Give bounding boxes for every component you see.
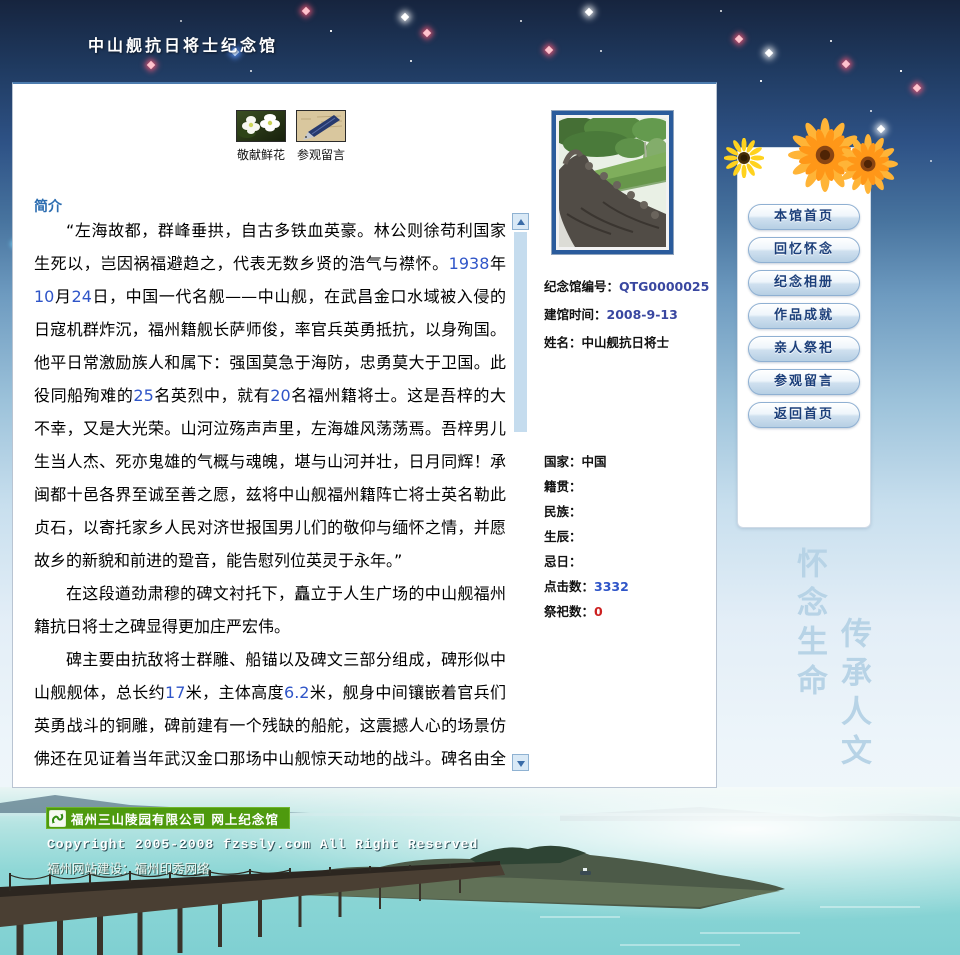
field-founded-date: 建馆时间：2008-9-13 bbox=[544, 304, 714, 332]
page-title: 中山舰抗日将士纪念馆 bbox=[88, 32, 278, 56]
field-birth-date: 生辰： bbox=[544, 526, 714, 551]
sidebar-item-album[interactable]: 纪念相册 bbox=[748, 270, 860, 296]
star-icon bbox=[877, 125, 885, 133]
scroll-up-button[interactable] bbox=[512, 213, 529, 230]
field-native-place: 籍贯： bbox=[544, 476, 714, 501]
star-icon bbox=[765, 49, 773, 57]
sculpture-photo-image bbox=[559, 118, 666, 247]
company-bar-text: 福州三山陵园有限公司 网上纪念馆 bbox=[71, 809, 279, 828]
star-icon bbox=[302, 7, 310, 15]
cemetery-logo-icon bbox=[49, 810, 66, 827]
sidebar-nav-panel: 本馆首页 回忆怀念 纪念相册 作品成就 亲人祭祀 参观留言 返回首页 bbox=[737, 147, 871, 528]
star-icon bbox=[913, 84, 921, 92]
offer-flowers-label: 敬献鲜花 bbox=[233, 146, 289, 163]
sidebar-item-works[interactable]: 作品成就 bbox=[748, 303, 860, 329]
intro-text: “左海故都，群峰垂拱，自古多铁血英豪。林公则徐苟利国家生死以，岂因祸福避趋之，代… bbox=[34, 214, 506, 771]
star-icon bbox=[842, 60, 850, 68]
intro-paragraph: “左海故都，群峰垂拱，自古多铁血英豪。林公则徐苟利国家生死以，岂因祸福避趋之，代… bbox=[34, 214, 506, 577]
field-death-date: 忌日： bbox=[544, 551, 714, 576]
sidebar-item-worship[interactable]: 亲人祭祀 bbox=[748, 336, 860, 362]
calligraphy-remember-life: 怀念生命 bbox=[787, 547, 832, 703]
stars-decoration bbox=[0, 0, 2, 2]
pen-photo-icon bbox=[296, 110, 346, 142]
star-icon bbox=[585, 8, 593, 16]
intro-paragraph: 在这段遒劲肃穆的碑文衬托下，矗立于人生广场的中山舰福州籍抗日将士之碑显得更加庄严… bbox=[34, 577, 506, 643]
memorial-fields-top: 纪念馆编号：QTG0000025 建馆时间：2008-9-13 姓名：中山舰抗日… bbox=[544, 276, 714, 360]
sidebar-item-memories[interactable]: 回忆怀念 bbox=[748, 237, 860, 263]
star-icon bbox=[735, 35, 743, 43]
field-hit-count: 点击数：3332 bbox=[544, 576, 714, 601]
photo-mat bbox=[556, 115, 669, 250]
triangle-down-icon bbox=[517, 761, 525, 767]
scroll-down-button[interactable] bbox=[512, 754, 529, 771]
field-country: 国家：中国 bbox=[544, 451, 714, 476]
intro-paragraph: 碑主要由抗敌将士群雕、船锚以及碑文三部分组成，碑形似中山舰舰体，总长约17米，主… bbox=[34, 643, 506, 771]
visitor-message-button[interactable]: 参观留言 bbox=[293, 110, 349, 163]
field-name: 姓名：中山舰抗日将士 bbox=[544, 332, 714, 360]
calligraphy-pass-on-culture: 传承人文 bbox=[831, 617, 876, 773]
memorial-fields-bottom: 国家：中国 籍贯： 民族： 生辰： 忌日： 点击数：3332 祭祀数：0 bbox=[544, 451, 714, 626]
visitor-message-label: 参观留言 bbox=[293, 146, 349, 163]
scrollbar-thumb[interactable] bbox=[514, 232, 527, 432]
offer-flowers-button[interactable]: 敬献鲜花 bbox=[233, 110, 289, 163]
sidebar-item-home[interactable]: 本馆首页 bbox=[748, 204, 860, 230]
star-icon bbox=[423, 29, 431, 37]
triangle-up-icon bbox=[517, 219, 525, 225]
star-icon bbox=[545, 46, 553, 54]
sidebar-item-back[interactable]: 返回首页 bbox=[748, 402, 860, 428]
field-ethnicity: 民族： bbox=[544, 501, 714, 526]
star-icon bbox=[401, 13, 409, 21]
field-memorial-id: 纪念馆编号：QTG0000025 bbox=[544, 276, 714, 304]
star-icon bbox=[147, 61, 155, 69]
intro-heading: 简介 bbox=[34, 196, 62, 216]
sidebar-item-guestbook[interactable]: 参观留言 bbox=[748, 369, 860, 395]
field-worship-count: 祭祀数：0 bbox=[544, 601, 714, 626]
memorial-photo bbox=[551, 110, 674, 255]
flower-photo-icon bbox=[236, 110, 286, 142]
copyright-text: Copyright 2005-2008 fzssly.com All Right… bbox=[47, 837, 478, 852]
company-link-bar[interactable]: 福州三山陵园有限公司 网上纪念馆 bbox=[46, 807, 290, 829]
main-content-panel: 敬献鲜花 参观留言 bbox=[12, 82, 717, 788]
site-builder-link[interactable]: 福州网站建设：福州印秀网络 bbox=[47, 858, 210, 877]
